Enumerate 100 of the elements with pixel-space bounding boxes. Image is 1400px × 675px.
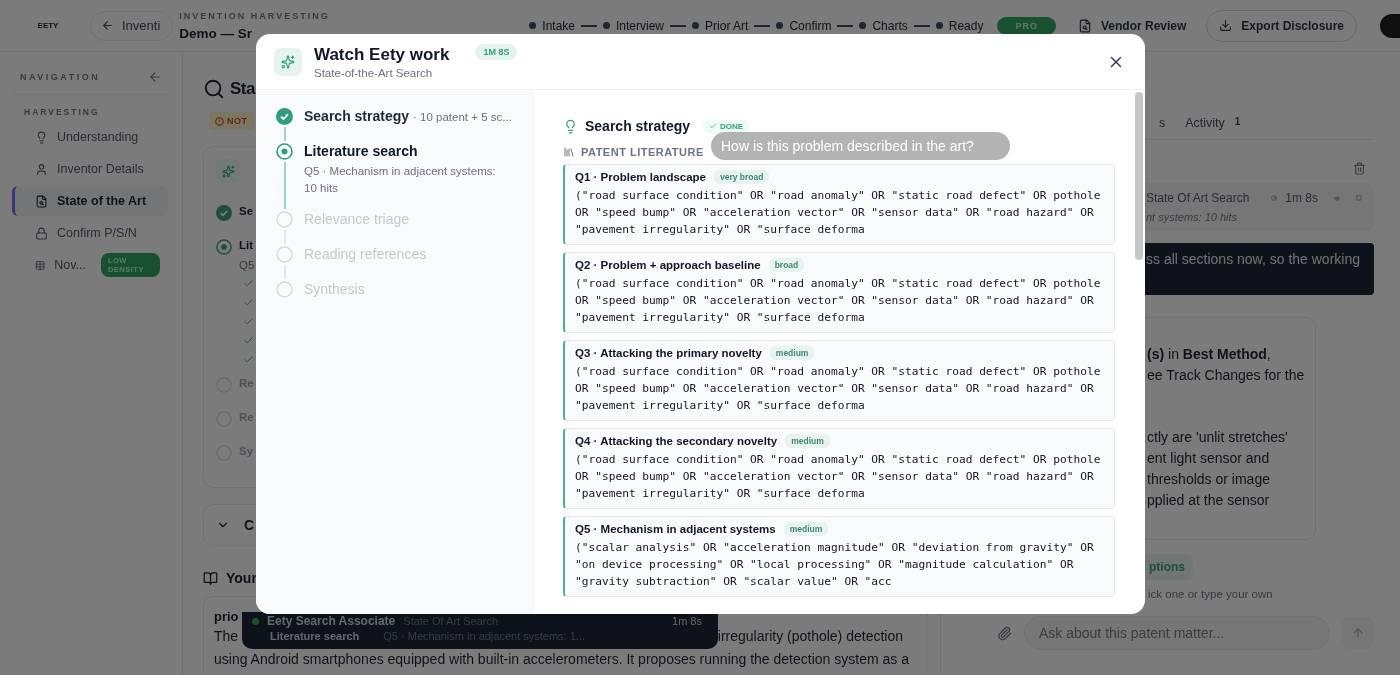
query-title: Q2 · Problem + approach baseline (575, 259, 761, 271)
document-search-icon (1077, 18, 1092, 33)
modal-subtitle: State-of-the-Art Search (314, 66, 434, 79)
query-text: ("scalar analysis" OR "acceleration magnitude" OR "deviation from gravity" OR "on device processing" OR "local processing" OR "magnitude calculation" OR "gravity subtraction" OR "scalar value" OR "acc (575, 540, 1095, 590)
message-text: (s) in Best Method, (1147, 345, 1272, 364)
sparkle-icon[interactable] (216, 159, 240, 183)
reference-title: prio (214, 609, 239, 624)
sparkle-icon (274, 47, 302, 76)
timeline-step: Search strategy (304, 108, 410, 124)
step-detail: Q5 (239, 258, 255, 273)
step-label: Lit (239, 239, 254, 251)
step-dot (776, 22, 784, 29)
hint-text: ick one or type your own (1148, 588, 1274, 600)
export-button[interactable]: Export Disclosure (1206, 9, 1358, 42)
query-title: Q4 · Attacking the secondary novelty (575, 435, 778, 447)
step-detail: Q5 · Mechanism in adjacent systems: 10 hits (304, 164, 497, 196)
message-text: ee Track Changes for the (1147, 366, 1303, 385)
collapse-arrow-icon[interactable] (148, 70, 162, 84)
stepper-step[interactable]: Confirm (789, 18, 832, 33)
scrollbar[interactable] (1135, 92, 1143, 260)
page-eyebrow: INVENTION HARVESTING (179, 10, 331, 21)
table-icon (35, 258, 46, 272)
reference-text: using Android smartphones equipped with built-in accelerometers. It proposes running the detection system as a (214, 650, 909, 669)
sidebar-item[interactable]: Confirm P/S/N (12, 218, 168, 248)
send-button[interactable] (1342, 617, 1374, 649)
sidebar-item[interactable]: State of the Art (12, 186, 168, 216)
chat-input[interactable]: Ask about this patent matter... (1024, 616, 1330, 650)
message-text: thresholds or image (1147, 470, 1271, 489)
scope-tag: medium (785, 434, 830, 448)
status-dot (252, 617, 259, 625)
query-title: Q3 · Attacking the primary novelty (575, 347, 762, 359)
bulb-icon (35, 130, 48, 144)
section-heading: Sta (230, 79, 255, 99)
toast-step: Literature search (270, 630, 360, 642)
run-title: State Of Art Search (1146, 191, 1250, 205)
page-title: Demo — Sr (179, 25, 253, 41)
stepper-step[interactable]: Charts (872, 18, 908, 33)
trash-icon[interactable] (1353, 162, 1366, 175)
elapsed-badge: 1M 8S (475, 44, 518, 60)
plan-badge: PRO (997, 16, 1056, 35)
card-title: C (244, 517, 255, 533)
panel-tab[interactable]: Activity 1 (1185, 109, 1241, 138)
query-text: ("road surface condition" OR "road anomaly" OR "static road defect" OR pothole OR "speed bump" OR "acceleration vector" OR "sensor data" OR "road hazard" OR "pavement irregularity" OR "surface deforma (575, 452, 1102, 502)
step-dot (859, 22, 867, 29)
run-elapsed: 1m 8s (1285, 191, 1318, 205)
search-icon (203, 78, 225, 100)
stepper-step[interactable]: Intake (542, 18, 575, 33)
sidebar-item[interactable]: Inventor Details (12, 154, 168, 184)
user-icon (35, 162, 48, 176)
step-dot (935, 22, 943, 29)
back-arrow-icon (101, 19, 114, 32)
message-text: ent light sensor and (1147, 449, 1271, 468)
attach-icon[interactable] (997, 625, 1012, 641)
reference-text: irregularity (pothole) detection (717, 627, 903, 646)
library-icon (563, 146, 575, 158)
message-text: ctly are 'unlit stretches' (1147, 428, 1289, 447)
step-label: Se (239, 205, 254, 217)
tooltip: How is this problem described in the art? (711, 132, 1010, 160)
message-text: pplied at the sensor (1147, 491, 1271, 510)
nav-heading: NAVIGATION (20, 72, 101, 82)
run-detail: nt systems: 10 hits (1146, 211, 1239, 223)
scope-tag: medium (783, 522, 829, 536)
step-dot (603, 22, 610, 29)
status-badge: NOT (209, 112, 254, 130)
stop-icon[interactable] (1356, 192, 1362, 204)
bulb-icon (563, 118, 578, 134)
step-dot (529, 22, 537, 29)
query-title: Q1 · Problem landscape (575, 171, 706, 183)
step-detail: · 10 patent + 5 sc... (413, 110, 512, 125)
toast-elapsed: 1m 8s (672, 615, 702, 627)
clock-icon (1271, 192, 1278, 204)
scope-tag: medium (769, 346, 815, 360)
avatar[interactable] (1380, 13, 1400, 38)
download-icon (1219, 19, 1233, 32)
nav-section-label: HARVESTING (23, 106, 101, 119)
lock-icon (35, 226, 48, 240)
query-text: ("road surface condition" OR "road anomaly" OR "static road defect" OR pothole OR "speed bump" OR "acceleration vector" OR "sensor data" OR "road hazard" OR "pavement irregularity" OR "surface deforma (575, 364, 1102, 414)
query-text: ("road surface condition" OR "road anomaly" OR "static road defect" OR pothole OR "speed bump" OR "acceleration vector" OR "sensor data" OR "road hazard" OR "pavement irregularity" OR "surface deforma (575, 188, 1102, 238)
reference-text: The (214, 627, 239, 646)
section-title: Search strategy (585, 118, 691, 134)
stepper-step[interactable]: Ready (948, 18, 984, 33)
stepper-step[interactable]: Prior Art (705, 18, 749, 33)
toast-title: Eety Search Associate (267, 614, 396, 628)
send-icon (1351, 626, 1365, 640)
scope-tag: very broad (714, 170, 770, 184)
stepper-step[interactable]: Interview (616, 18, 665, 33)
section-title: Your (226, 570, 257, 586)
sidebar-item[interactable]: Understanding (12, 122, 168, 152)
query-title: Q5 · Mechanism in adjacent systems (575, 523, 776, 535)
panel-tab[interactable]: s (1159, 109, 1166, 138)
scope-tag: broad (768, 258, 805, 272)
document-search-icon (35, 194, 48, 208)
timeline-step: Literature search (304, 143, 418, 159)
logo: EETY (36, 21, 60, 30)
modal-title: Watch Eety work (314, 44, 450, 65)
book-icon (203, 570, 218, 586)
done-badge: DONE (703, 119, 750, 133)
step-dot (692, 22, 700, 29)
subheading: PATENT LITERATURE (581, 146, 704, 158)
back-button[interactable]: Inventi (90, 10, 174, 41)
